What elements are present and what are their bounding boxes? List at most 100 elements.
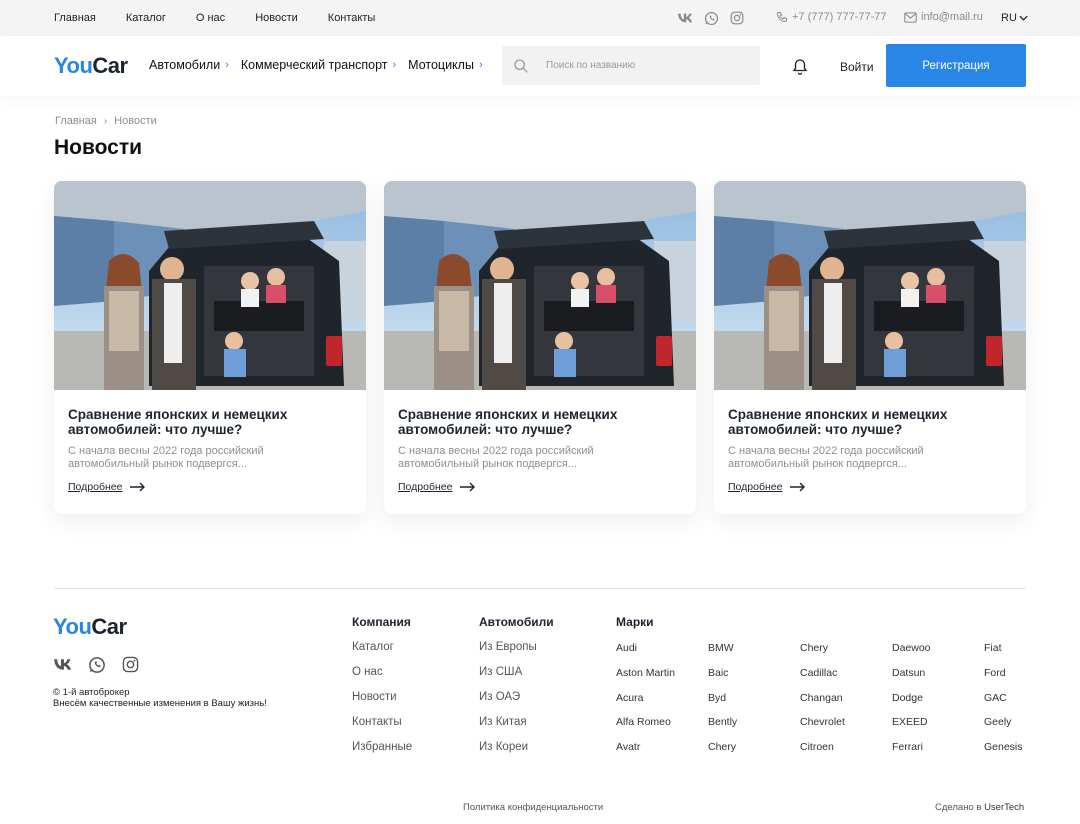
footer-divider <box>54 588 1026 589</box>
chevron-right-icon: › <box>478 59 483 71</box>
brand-link[interactable]: Genesis <box>984 741 1044 766</box>
register-button[interactable]: Регистрация <box>886 44 1026 87</box>
brand-link[interactable]: Chery <box>708 741 800 766</box>
brand-link[interactable]: Changan <box>800 692 892 717</box>
language-selector[interactable]: RU <box>1001 12 1028 24</box>
copyright-line-1: © 1-й автоброкер <box>53 687 130 698</box>
brand-link[interactable]: Avatr <box>616 741 708 766</box>
made-by-prefix: Сделано в <box>935 802 982 813</box>
brand-link[interactable]: Byd <box>708 692 800 717</box>
logo[interactable]: YouCar <box>54 53 128 79</box>
whatsapp-icon[interactable] <box>703 10 719 26</box>
main-header: YouCar Автомобили › Коммерческий транспор… <box>0 36 1080 96</box>
brand-link[interactable]: Bently <box>708 716 800 741</box>
footer-link[interactable]: Каталог <box>352 641 412 666</box>
nav-cars[interactable]: Автомобили › <box>149 58 229 72</box>
email-text: info@mail.ru <box>921 11 983 23</box>
vk-icon[interactable] <box>677 10 693 26</box>
brand-link[interactable]: Acura <box>616 692 708 717</box>
breadcrumb: Главная › Новости <box>55 115 157 127</box>
brand-grid: Audi BMW Chery Daewoo Fiat Aston Martin … <box>616 642 1044 766</box>
brand-link[interactable]: Citroen <box>800 741 892 766</box>
brand-link[interactable]: Alfa Romeo <box>616 716 708 741</box>
top-nav-contacts[interactable]: Контакты <box>328 12 376 24</box>
nav-commercial-label: Коммерческий транспорт <box>240 58 388 72</box>
made-by-name: UserTech <box>984 802 1025 813</box>
top-nav-about[interactable]: О нас <box>196 12 225 24</box>
logo-car: Car <box>92 53 128 78</box>
brand-link[interactable]: Baic <box>708 667 800 692</box>
bell-icon[interactable] <box>791 57 809 75</box>
top-email[interactable]: info@mail.ru <box>904 11 983 23</box>
read-more-label: Подробнее <box>68 481 123 493</box>
breadcrumb-home[interactable]: Главная <box>55 115 97 127</box>
instagram-icon[interactable] <box>121 655 140 674</box>
footer-logo[interactable]: YouCar <box>53 614 127 640</box>
nav-motorcycles-label: Мотоциклы <box>408 58 474 72</box>
read-more-link[interactable]: Подробнее <box>68 481 146 493</box>
brand-link[interactable]: Dodge <box>892 692 984 717</box>
made-by[interactable]: Сделано в UserTech <box>935 802 1024 813</box>
top-nav-catalog[interactable]: Каталог <box>126 12 166 24</box>
footer-link[interactable]: Избранные <box>352 741 412 766</box>
footer-brands-title: Марки <box>616 615 654 629</box>
footer-cars-column: Автомобили Из Европы Из США Из ОАЭ Из Ки… <box>479 615 554 766</box>
top-nav-news[interactable]: Новости <box>255 12 298 24</box>
brand-link[interactable]: Ferrari <box>892 741 984 766</box>
brand-link[interactable]: Chevrolet <box>800 716 892 741</box>
footer-link[interactable]: Из Кореи <box>479 741 554 766</box>
search-input[interactable] <box>546 60 746 71</box>
footer-logo-car: Car <box>91 614 127 639</box>
brand-link[interactable]: Chery <box>800 642 892 667</box>
top-phone[interactable]: +7 (777) 777-77-77 <box>776 11 886 23</box>
brand-link[interactable]: Datsun <box>892 667 984 692</box>
read-more-link[interactable]: Подробнее <box>728 481 806 493</box>
whatsapp-icon[interactable] <box>87 655 106 674</box>
instagram-icon[interactable] <box>729 10 745 26</box>
footer-link[interactable]: Новости <box>352 691 412 716</box>
news-photo <box>714 181 1026 390</box>
news-title: Сравнение японских и немецких автомобиле… <box>398 407 618 437</box>
phone-icon <box>776 12 787 23</box>
top-nav-home[interactable]: Главная <box>54 12 96 24</box>
search-icon[interactable] <box>513 58 529 74</box>
brand-link[interactable]: Ford <box>984 667 1044 692</box>
brand-link[interactable]: Geely <box>984 716 1044 741</box>
search-box <box>502 46 760 85</box>
brand-link[interactable]: BMW <box>708 642 800 667</box>
brand-link[interactable]: EXEED <box>892 716 984 741</box>
nav-commercial[interactable]: Коммерческий транспорт › <box>241 58 396 72</box>
vk-icon[interactable] <box>53 655 72 674</box>
news-title: Сравнение японских и немецких автомобиле… <box>68 407 288 437</box>
news-excerpt: С начала весны 2022 года российский авто… <box>398 445 594 470</box>
nav-motorcycles[interactable]: Мотоциклы › <box>408 58 482 72</box>
main-nav: Автомобили › Коммерческий транспорт › Мото… <box>149 58 495 72</box>
brand-link[interactable]: Fiat <box>984 642 1044 667</box>
news-title: Сравнение японских и немецких автомобиле… <box>728 407 948 437</box>
brand-link[interactable]: Audi <box>616 642 708 667</box>
chevron-right-icon: › <box>392 59 397 71</box>
read-more-link[interactable]: Подробнее <box>398 481 476 493</box>
footer-link[interactable]: Контакты <box>352 716 412 741</box>
news-card[interactable]: Сравнение японских и немецких автомобиле… <box>54 181 366 514</box>
news-excerpt: С начала весны 2022 года российский авто… <box>68 445 264 470</box>
logo-you: You <box>54 53 93 78</box>
footer-link[interactable]: Из Европы <box>479 641 554 666</box>
footer-link[interactable]: Из ОАЭ <box>479 691 554 716</box>
login-link[interactable]: Войти <box>840 60 874 74</box>
brand-link[interactable]: Daewoo <box>892 642 984 667</box>
arrow-right-icon <box>790 482 806 492</box>
breadcrumb-current: Новости <box>114 115 157 127</box>
news-card[interactable]: Сравнение японских и немецких автомобиле… <box>384 181 696 514</box>
brand-link[interactable]: GAC <box>984 692 1044 717</box>
read-more-label: Подробнее <box>398 481 453 493</box>
brand-link[interactable]: Cadillac <box>800 667 892 692</box>
footer-link[interactable]: Из США <box>479 666 554 691</box>
news-card[interactable]: Сравнение японских и немецких автомобиле… <box>714 181 1026 514</box>
news-photo <box>54 181 366 390</box>
footer-brands-column: Марки Audi BMW Chery Daewoo Fiat Aston M… <box>616 615 1023 753</box>
footer-link[interactable]: О нас <box>352 666 412 691</box>
privacy-policy-link[interactable]: Политика конфиденциальности <box>463 802 603 813</box>
brand-link[interactable]: Aston Martin <box>616 667 708 692</box>
footer-link[interactable]: Из Китая <box>479 716 554 741</box>
